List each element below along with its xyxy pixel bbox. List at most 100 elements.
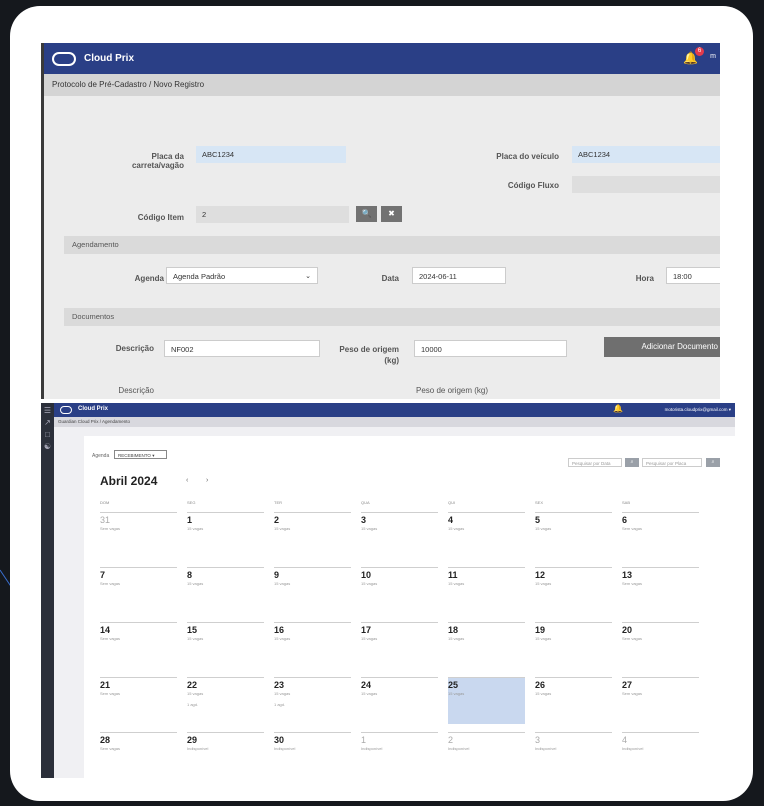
descricao-input[interactable]: NF002: [164, 340, 320, 357]
sidebar: ☰ ↗ □ ☯: [41, 403, 54, 778]
pre-registration-screen: Cloud Prix 🔔 6 m Protocolo de Pré-Cadast…: [41, 43, 720, 399]
calendar-day-cell[interactable]: 15 15 vagas: [187, 622, 264, 669]
search-plate-input[interactable]: Pesquisar por Placa: [642, 458, 702, 467]
agenda-select[interactable]: Agenda Padrão ⌄: [166, 267, 318, 284]
prev-month-button[interactable]: ‹: [186, 477, 188, 484]
data-label: Data: [381, 274, 399, 283]
calendar-day-cell[interactable]: 30 Indisponível: [274, 732, 351, 778]
calendar-day-cell[interactable]: 6 Sem vagas: [622, 512, 699, 559]
calendar-day-cell[interactable]: 18 15 vagas: [448, 622, 525, 669]
day-header: QUA: [361, 500, 370, 505]
add-document-button[interactable]: Adicionar Documento: [604, 337, 720, 357]
calendar-day-cell[interactable]: 2 15 vagas: [274, 512, 351, 559]
clear-button[interactable]: ✖: [381, 206, 402, 222]
codigo-item-input[interactable]: 2: [196, 206, 349, 223]
day-availability: Sem vagas: [622, 691, 643, 696]
calendar-day-cell[interactable]: 25 15 vagas: [448, 677, 525, 724]
day-availability: 15 vagas: [187, 581, 204, 586]
day-number: 31: [100, 515, 111, 525]
calendar-day-cell[interactable]: 13 Sem vagas: [622, 567, 699, 614]
day-bookings: 1 agd.: [274, 702, 286, 707]
hora-input[interactable]: 18:00: [666, 267, 720, 284]
calendar-day-cell[interactable]: 12 15 vagas: [535, 567, 612, 614]
calendar-day-cell[interactable]: 1 Indisponível: [361, 732, 438, 778]
user-menu[interactable]: m: [710, 53, 716, 60]
day-availability: 15 vagas: [535, 526, 552, 531]
calendar-day-cell[interactable]: 28 Sem vagas: [100, 732, 177, 778]
calendar-day-cell[interactable]: 26 15 vagas: [535, 677, 612, 724]
day-number: 2: [274, 515, 280, 525]
bell-icon[interactable]: 🔔: [613, 404, 623, 413]
calendar-day-cell[interactable]: 11 15 vagas: [448, 567, 525, 614]
month-title: Abril 2024: [100, 474, 158, 488]
peso-input[interactable]: 10000: [414, 340, 567, 357]
calendar-day-cell[interactable]: 17 15 vagas: [361, 622, 438, 669]
app-title: Cloud Prix: [84, 53, 135, 64]
calendar-day-cell[interactable]: 19 15 vagas: [535, 622, 612, 669]
chart-icon[interactable]: ↗: [41, 418, 54, 427]
agenda-label: Agenda: [92, 453, 110, 459]
chevron-down-icon: ⌄: [305, 273, 311, 280]
calendar-day-cell[interactable]: 3 15 vagas: [361, 512, 438, 559]
calendar-day-cell[interactable]: 22 15 vagas 1 agd.: [187, 677, 264, 724]
calendar-day-cell[interactable]: 10 15 vagas: [361, 567, 438, 614]
calendar-day-cell[interactable]: 8 15 vagas: [187, 567, 264, 614]
data-input[interactable]: 2024-06-11: [412, 267, 506, 284]
day-availability: Sem vagas: [100, 691, 121, 696]
search-date-input[interactable]: Pesquisar por Data: [568, 458, 622, 467]
calendar-day-cell[interactable]: 9 15 vagas: [274, 567, 351, 614]
calendar-day-cell[interactable]: 5 15 vagas: [535, 512, 612, 559]
placa-carreta-input[interactable]: ABC1234: [196, 146, 346, 163]
day-availability: Indisponível: [187, 746, 209, 751]
day-number: 16: [274, 625, 285, 635]
breadcrumb: Protocolo de Pré-Cadastro / Novo Registr…: [44, 74, 720, 96]
chat-icon[interactable]: □: [41, 430, 54, 439]
day-number: 3: [535, 735, 541, 745]
day-number: 18: [448, 625, 459, 635]
calendar-day-cell[interactable]: 21 Sem vagas: [100, 677, 177, 724]
user-icon[interactable]: ☯: [41, 442, 54, 451]
calendar-day-cell[interactable]: 14 Sem vagas: [100, 622, 177, 669]
notification-badge: 6: [695, 47, 704, 56]
day-number: 27: [622, 680, 633, 690]
day-header: DOM: [100, 500, 110, 505]
calendar-day-cell[interactable]: 3 Indisponível: [535, 732, 612, 778]
day-availability: 15 vagas: [448, 636, 465, 641]
next-month-button[interactable]: ›: [206, 477, 208, 484]
day-availability: 15 vagas: [448, 691, 465, 696]
codigo-fluxo-input[interactable]: [572, 176, 720, 193]
agenda-select[interactable]: RECEBIMENTO ▾: [114, 450, 167, 459]
user-menu[interactable]: motorista.cloudprix@gmail.com ▾: [665, 407, 731, 413]
day-number: 10: [361, 570, 372, 580]
calendar-day-cell[interactable]: 27 Sem vagas: [622, 677, 699, 724]
calendar-day-cell[interactable]: 1 15 vagas: [187, 512, 264, 559]
day-availability: 15 vagas: [361, 691, 378, 696]
calendar-day-cell[interactable]: 7 Sem vagas: [100, 567, 177, 614]
menu-icon[interactable]: ☰: [41, 406, 54, 415]
day-availability: Indisponível: [448, 746, 470, 751]
calendar-day-cell[interactable]: 20 Sem vagas: [622, 622, 699, 669]
day-number: 4: [448, 515, 454, 525]
day-bookings: 1 agd.: [187, 702, 199, 707]
day-number: 12: [535, 570, 546, 580]
day-number: 26: [535, 680, 546, 690]
search-button[interactable]: 🔍: [356, 206, 377, 222]
day-availability: Indisponível: [274, 746, 296, 751]
day-availability: Indisponível: [361, 746, 383, 751]
calendar-day-cell[interactable]: 16 15 vagas: [274, 622, 351, 669]
day-header: SEX: [535, 500, 544, 505]
calendar-day-cell[interactable]: 4 Indisponível: [622, 732, 699, 778]
search-plate-button[interactable]: ⌕: [706, 458, 720, 467]
calendar-day-cell[interactable]: 23 15 vagas 1 agd.: [274, 677, 351, 724]
peso-column-header: Peso de origem (kg): [416, 386, 489, 395]
calendar-day-cell[interactable]: 24 15 vagas: [361, 677, 438, 724]
placa-veiculo-input[interactable]: ABC1234: [572, 146, 720, 163]
chevron-down-icon: ▾: [152, 453, 155, 458]
calendar-day-cell[interactable]: 4 15 vagas: [448, 512, 525, 559]
calendar-day-cell[interactable]: 31 Sem vagas: [100, 512, 177, 559]
calendar-day-cell[interactable]: 29 Indisponível: [187, 732, 264, 778]
calendar-day-cell[interactable]: 2 Indisponível: [448, 732, 525, 778]
search-date-button[interactable]: ⌕: [625, 458, 639, 467]
top-bar: Cloud Prix 🔔 6 m: [44, 43, 720, 74]
scheduling-screen: ☰ ↗ □ ☯ Cloud Prix 🔔 motorista.cloudprix…: [41, 403, 735, 778]
